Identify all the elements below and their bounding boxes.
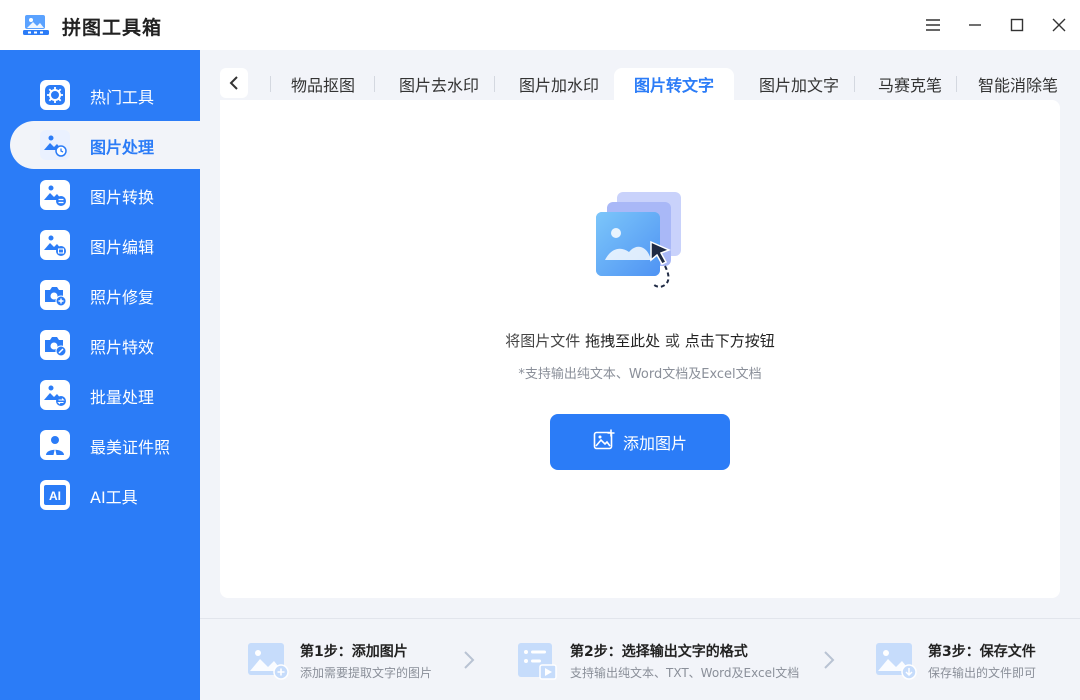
tab-divider xyxy=(494,76,495,92)
chevron-right-icon xyxy=(462,649,476,671)
ai-icon: AI xyxy=(40,480,70,510)
sidebar-item-label: 照片特效 xyxy=(90,338,155,357)
tab-divider xyxy=(956,76,957,92)
sidebar-item-label: 图片编辑 xyxy=(90,238,155,257)
sidebar-item-label: AI工具 xyxy=(90,488,138,507)
tab-smart-eraser[interactable]: 智能消除笔 xyxy=(968,68,1068,100)
drop-hint-click: 点击下方按钮 xyxy=(684,332,775,350)
sidebar-item-label: 热门工具 xyxy=(90,88,155,107)
maximize-icon[interactable] xyxy=(1004,12,1030,38)
step-title: 第3步：保存文件 xyxy=(928,644,1036,660)
sidebar-item-label: 图片处理 xyxy=(90,138,155,157)
tab-image-to-text[interactable]: 图片转文字 xyxy=(614,68,734,100)
image-add-icon xyxy=(593,429,615,455)
tab-divider xyxy=(854,76,855,92)
supported-formats-note: *支持输出纯文本、Word文档及Excel文档 xyxy=(518,367,762,382)
image-drop-illustration-icon xyxy=(595,190,695,292)
step-desc: 添加需要提取文字的图片 xyxy=(300,666,433,680)
svg-text:AI: AI xyxy=(49,489,61,503)
sidebar: 热门工具 图片处理 图片转换 图片编辑 照片修复 照片特效 批量处理 最美证件照… xyxy=(0,50,200,700)
tab-remove-watermark[interactable]: 图片去水印 xyxy=(384,68,494,100)
sidebar-item-photo-effects[interactable]: 照片特效 xyxy=(10,321,200,369)
image-batch-icon xyxy=(40,380,70,410)
close-icon[interactable] xyxy=(1046,12,1072,38)
gear-icon xyxy=(40,80,70,110)
tab-divider xyxy=(270,76,271,92)
drop-hint-or: 或 xyxy=(664,332,680,350)
steps-footer: 第1步：添加图片 添加需要提取文字的图片 第2步：选择输出文字的格式 支持输出纯… xyxy=(200,618,1080,700)
title-bar: 拼图工具箱 xyxy=(0,0,1080,50)
camera-wand-icon xyxy=(40,330,70,360)
sidebar-item-batch-processing[interactable]: 批量处理 xyxy=(10,371,200,419)
id-photo-icon xyxy=(40,430,70,460)
tab-mosaic-pen[interactable]: 马赛克笔 xyxy=(864,68,956,100)
tab-add-text[interactable]: 图片加文字 xyxy=(744,68,854,100)
step-title: 第1步：添加图片 xyxy=(300,644,408,660)
sidebar-item-image-convert[interactable]: 图片转换 xyxy=(10,171,200,219)
sidebar-item-photo-repair[interactable]: 照片修复 xyxy=(10,271,200,319)
step-desc: 保存输出的文件即可 xyxy=(928,666,1037,680)
step-desc: 支持输出纯文本、TXT、Word及Excel文档 xyxy=(570,666,800,680)
tab-divider xyxy=(374,76,375,92)
tab-bar: 物品抠图 图片去水印 图片加水印 图片转文字 图片加文字 马赛克笔 智能消除笔 xyxy=(220,68,1080,100)
step-title: 第2步：选择输出文字的格式 xyxy=(570,644,748,660)
list-format-icon xyxy=(518,641,560,681)
add-image-button[interactable]: 添加图片 xyxy=(550,414,730,470)
image-convert-icon xyxy=(40,180,70,210)
sidebar-item-label: 图片转换 xyxy=(90,188,155,207)
sidebar-item-image-edit[interactable]: 图片编辑 xyxy=(10,221,200,269)
image-add-icon xyxy=(248,641,290,681)
drop-hint-prefix: 将图片文件 xyxy=(505,332,581,350)
image-download-icon xyxy=(876,641,918,681)
sidebar-item-label: 照片修复 xyxy=(90,288,155,307)
drop-hint: 将图片文件 拖拽至此处 或 点击下方按钮 xyxy=(220,330,1060,351)
image-edit-icon xyxy=(40,230,70,260)
sidebar-item-hot-tools[interactable]: 热门工具 xyxy=(10,71,200,119)
image-clock-icon xyxy=(40,130,70,160)
drop-zone-panel[interactable]: 将图片文件 拖拽至此处 或 点击下方按钮 *支持输出纯文本、Word文档及Exc… xyxy=(220,100,1060,598)
sidebar-item-label: 批量处理 xyxy=(90,388,155,407)
sidebar-item-label: 最美证件照 xyxy=(90,438,171,457)
camera-plus-icon xyxy=(40,280,70,310)
main-area: 物品抠图 图片去水印 图片加水印 图片转文字 图片加文字 马赛克笔 智能消除笔 xyxy=(200,50,1080,700)
add-image-label: 添加图片 xyxy=(622,434,687,453)
minimize-icon[interactable] xyxy=(962,12,988,38)
sidebar-item-id-photo[interactable]: 最美证件照 xyxy=(10,421,200,469)
drop-hint-drag: 拖拽至此处 xyxy=(585,332,661,350)
sidebar-item-ai-tools[interactable]: AI AI工具 xyxy=(10,471,200,519)
app-logo-icon xyxy=(22,12,50,38)
chevron-left-icon[interactable] xyxy=(220,68,248,98)
sidebar-item-image-processing[interactable]: 图片处理 xyxy=(10,121,200,169)
app-title: 拼图工具箱 xyxy=(62,17,163,39)
chevron-right-icon xyxy=(822,649,836,671)
menu-icon[interactable] xyxy=(920,12,946,38)
tab-object-cutout[interactable]: 物品抠图 xyxy=(278,68,368,100)
tab-add-watermark[interactable]: 图片加水印 xyxy=(504,68,614,100)
